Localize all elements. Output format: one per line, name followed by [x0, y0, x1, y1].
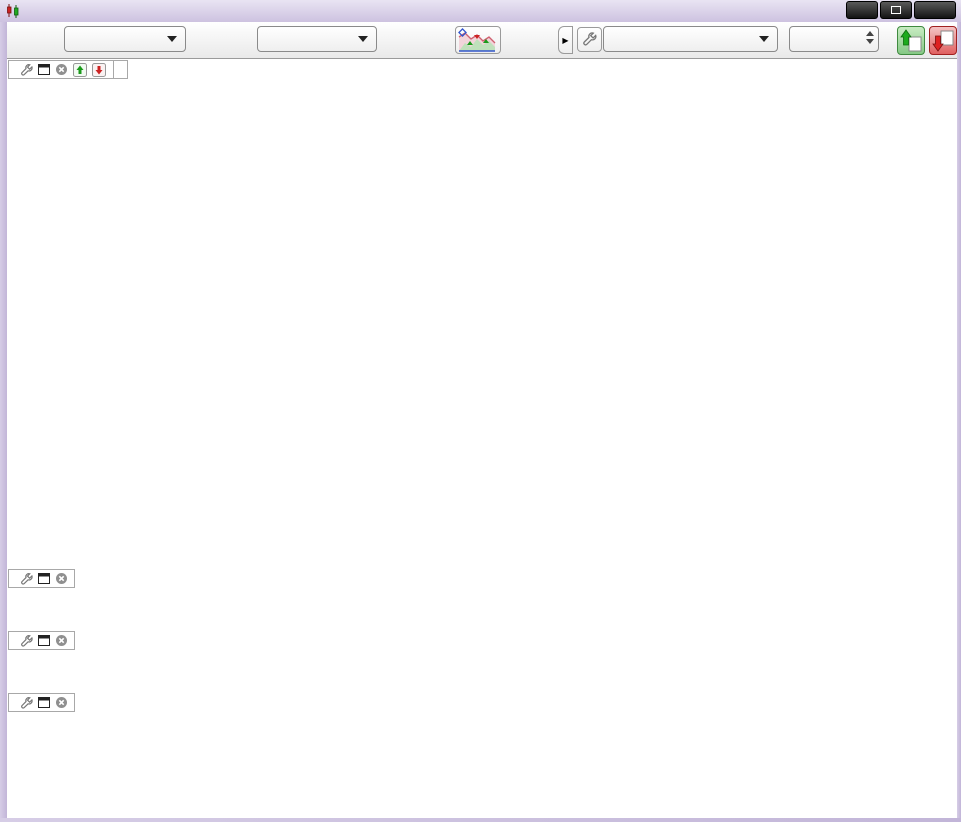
- window-frame-right: [957, 22, 961, 822]
- prorealtime-window: { "window": { "title": "ALRAI - GECI AVI…: [0, 0, 961, 822]
- chart-plot-area[interactable]: [0, 0, 961, 822]
- wrench-icon[interactable]: [20, 696, 33, 709]
- chart-style-icon: [457, 28, 499, 52]
- close-icon[interactable]: [55, 63, 68, 76]
- chevron-down-icon: [358, 36, 368, 42]
- wrench-icon[interactable]: [20, 572, 33, 585]
- wrench-icon[interactable]: [20, 63, 33, 76]
- rsi-pane-header: [8, 693, 75, 712]
- spinner-arrows-icon[interactable]: [866, 31, 874, 44]
- buy-order-icon: [900, 29, 922, 52]
- price-up-icon[interactable]: [73, 63, 87, 77]
- maximize-icon: [891, 6, 901, 14]
- chart-style-button[interactable]: [455, 26, 501, 54]
- wrench-icon: [582, 31, 597, 46]
- price-pane-header: [8, 60, 128, 79]
- price-down-icon[interactable]: [92, 63, 106, 77]
- maximize-button[interactable]: [880, 1, 912, 19]
- chevron-down-icon: [759, 36, 769, 42]
- minimize-button[interactable]: [846, 1, 878, 19]
- detach-window-icon[interactable]: [38, 64, 50, 75]
- panel-expander[interactable]: ▶: [558, 26, 573, 54]
- window-frame-bottom: [0, 818, 961, 822]
- units-dropdown[interactable]: [64, 26, 186, 52]
- timeframe-date: [63, 4, 67, 19]
- detach-window-icon[interactable]: [38, 697, 50, 708]
- divider: [113, 61, 114, 78]
- wrench-icon[interactable]: [20, 634, 33, 647]
- candlestick-icon: [5, 3, 21, 19]
- main-toolbar: ▶: [0, 22, 961, 59]
- volume-pane-header: [8, 569, 75, 588]
- sell-order-button[interactable]: [929, 26, 957, 55]
- order-type-dropdown[interactable]: [603, 26, 778, 52]
- macd-pane-header: [8, 631, 75, 650]
- window-frame-left: [0, 22, 7, 822]
- order-settings-button[interactable]: [577, 27, 602, 52]
- sell-order-icon: [932, 29, 954, 52]
- close-icon[interactable]: [55, 634, 68, 647]
- chevron-down-icon: [167, 36, 177, 42]
- title-bar[interactable]: [0, 0, 961, 22]
- buy-order-button[interactable]: [897, 26, 925, 55]
- window-controls: [846, 1, 956, 19]
- detach-window-icon[interactable]: [38, 635, 50, 646]
- quantity-stepper[interactable]: [789, 26, 879, 52]
- close-icon[interactable]: [55, 696, 68, 709]
- period-dropdown[interactable]: [257, 26, 377, 52]
- detach-window-icon[interactable]: [38, 573, 50, 584]
- close-button[interactable]: [914, 1, 956, 19]
- close-icon[interactable]: [55, 572, 68, 585]
